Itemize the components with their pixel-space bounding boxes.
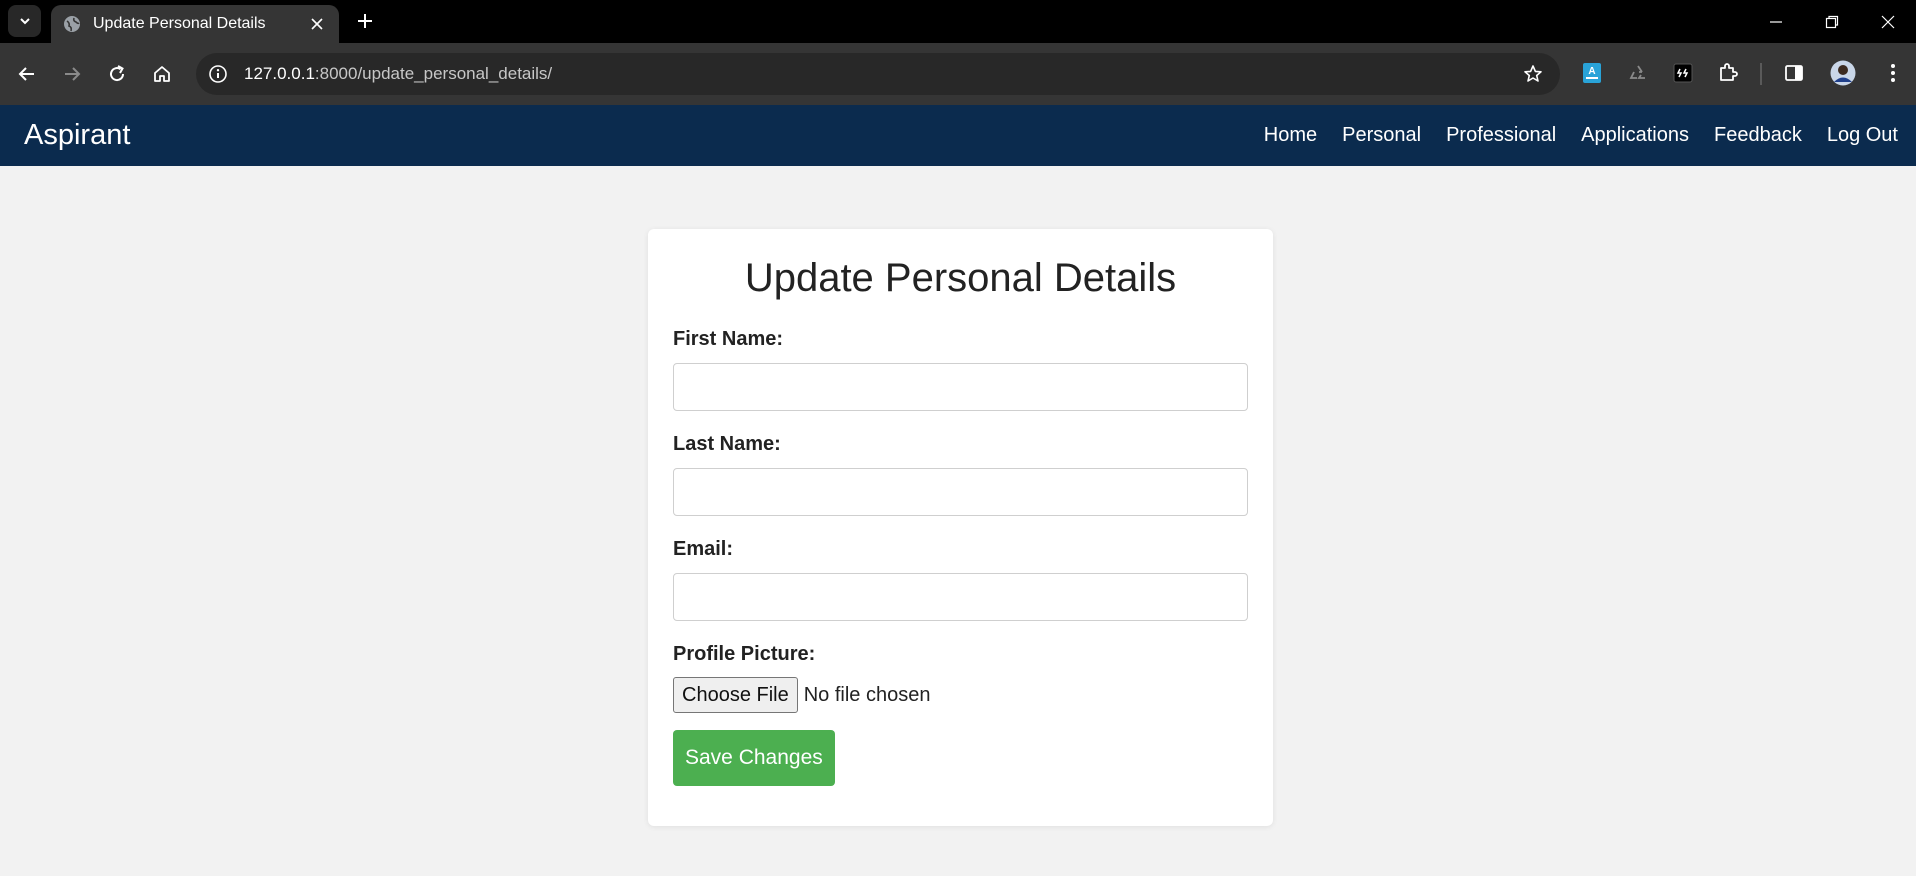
choose-file-button[interactable]: Choose File bbox=[673, 677, 798, 713]
browser-tab-strip: Update Personal Details bbox=[0, 0, 1916, 43]
arrow-left-icon bbox=[18, 67, 34, 81]
nav-link-home[interactable]: Home bbox=[1264, 124, 1317, 147]
last-name-label: Last Name: bbox=[673, 433, 781, 455]
site-info-icon[interactable] bbox=[200, 56, 236, 92]
window-controls bbox=[1748, 0, 1916, 43]
email-label: Email: bbox=[673, 538, 734, 560]
brand-logo[interactable]: Aspirant bbox=[24, 118, 130, 152]
home-button[interactable] bbox=[144, 56, 180, 92]
file-input: Choose File No file chosen bbox=[673, 677, 1248, 713]
forward-button[interactable] bbox=[54, 56, 90, 92]
close-icon bbox=[1881, 15, 1895, 28]
nav-link-feedback[interactable]: Feedback bbox=[1714, 124, 1802, 147]
update-details-card: Update Personal Details First Name: Last… bbox=[648, 229, 1273, 826]
url-text[interactable]: 127.0.0.1:8000/update_personal_details/ bbox=[244, 64, 552, 84]
puzzle-icon[interactable] bbox=[1713, 58, 1743, 88]
tab-search-button[interactable] bbox=[8, 5, 41, 37]
back-button[interactable] bbox=[9, 56, 45, 92]
minimize-button[interactable] bbox=[1748, 0, 1804, 43]
browser-tab[interactable]: Update Personal Details bbox=[51, 5, 339, 43]
site-navbar: Aspirant Home Personal Professional Appl… bbox=[0, 105, 1916, 166]
email-field[interactable] bbox=[673, 573, 1248, 621]
reload-icon bbox=[110, 65, 125, 82]
translate-extension-icon[interactable]: A bbox=[1577, 58, 1607, 88]
nav-links: Home Personal Professional Applications … bbox=[1264, 105, 1898, 166]
close-window-button[interactable] bbox=[1860, 0, 1916, 43]
side-panel-icon[interactable] bbox=[1779, 58, 1809, 88]
nav-link-applications[interactable]: Applications bbox=[1581, 124, 1689, 147]
restore-button[interactable] bbox=[1804, 0, 1860, 43]
star-icon[interactable] bbox=[1518, 59, 1548, 89]
tab-title: Update Personal Details bbox=[93, 15, 266, 32]
new-tab-button[interactable] bbox=[352, 8, 378, 34]
more-menu-icon[interactable] bbox=[1878, 58, 1908, 88]
first-name-label: First Name: bbox=[673, 328, 784, 350]
page-title: Update Personal Details bbox=[744, 256, 1177, 300]
url-path: :8000/update_personal_details/ bbox=[314, 64, 553, 83]
minimize-icon bbox=[1770, 20, 1782, 23]
dark-extension-icon[interactable] bbox=[1668, 58, 1698, 88]
svg-text:A: A bbox=[1588, 66, 1595, 77]
arrow-right-icon bbox=[65, 67, 81, 81]
file-status-text: No file chosen bbox=[803, 683, 931, 706]
profile-avatar-icon[interactable] bbox=[1828, 58, 1858, 88]
nav-link-personal[interactable]: Personal bbox=[1342, 124, 1421, 147]
save-changes-button[interactable]: Save Changes bbox=[673, 730, 835, 786]
toolbar-divider bbox=[1760, 63, 1762, 85]
browser-toolbar: 127.0.0.1:8000/update_personal_details/ … bbox=[0, 43, 1916, 105]
recycle-extension-icon[interactable] bbox=[1623, 58, 1653, 88]
nav-link-professional[interactable]: Professional bbox=[1446, 124, 1556, 147]
profile-picture-label: Profile Picture: bbox=[673, 643, 816, 665]
first-name-field[interactable] bbox=[673, 363, 1248, 411]
reload-button[interactable] bbox=[99, 56, 135, 92]
home-icon bbox=[154, 66, 170, 82]
address-bar[interactable]: 127.0.0.1:8000/update_personal_details/ bbox=[196, 53, 1560, 95]
nav-link-logout[interactable]: Log Out bbox=[1827, 124, 1898, 147]
url-host: 127.0.0.1 bbox=[244, 64, 315, 83]
globe-icon bbox=[63, 15, 81, 33]
chevron-down-icon bbox=[19, 18, 30, 25]
restore-icon bbox=[1825, 15, 1839, 28]
close-tab-icon[interactable] bbox=[307, 14, 327, 34]
plus-icon bbox=[358, 14, 372, 28]
last-name-field[interactable] bbox=[673, 468, 1248, 516]
